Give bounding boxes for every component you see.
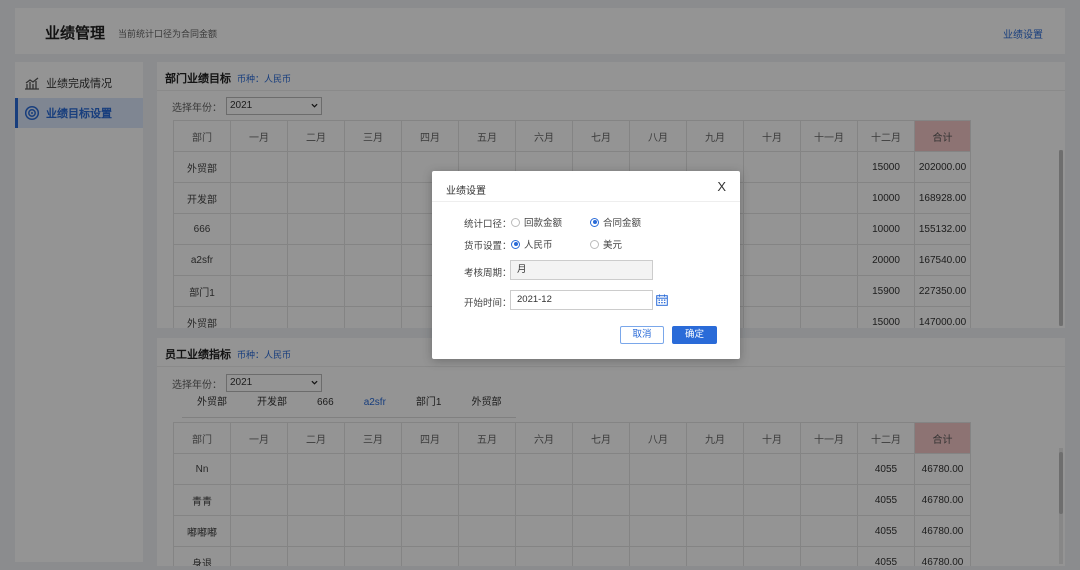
cancel-button[interactable]: 取消 [620, 326, 664, 344]
stat-basis-label: 统计口径： [464, 219, 512, 230]
radio-rmb[interactable]: 人民币 [511, 237, 553, 251]
radio-dot [590, 239, 599, 249]
start-time-label: 开始时间： [464, 298, 512, 309]
dialog-title: 业绩设置 [446, 186, 486, 197]
assessment-period-label: 考核周期： [464, 268, 512, 279]
radio-label: 回款金额 [524, 218, 563, 229]
radio-label: 合同金额 [603, 218, 642, 229]
confirm-button[interactable]: 确定 [672, 326, 717, 344]
radio-dot [590, 217, 599, 227]
radio-label: 人民币 [524, 240, 553, 251]
calendar-icon[interactable] [656, 294, 668, 306]
radio-usd[interactable]: 美元 [590, 237, 622, 251]
currency-setting-label: 货币设置： [464, 241, 512, 252]
radio-contract-amount[interactable]: 合同金额 [590, 215, 641, 229]
start-time-field[interactable]: 2021-12 [510, 290, 653, 310]
performance-settings-dialog: 业绩设置 X 统计口径： 回款金额 合同金额 货币设置： 人民币 美元 考核周期… [432, 171, 740, 359]
divider [432, 201, 740, 202]
radio-label: 美元 [603, 240, 623, 251]
radio-dot [511, 239, 520, 249]
radio-payment-amount[interactable]: 回款金额 [511, 215, 562, 229]
radio-dot [511, 217, 520, 227]
assessment-period-field[interactable]: 月 [510, 260, 653, 280]
close-icon[interactable]: X [717, 179, 726, 194]
